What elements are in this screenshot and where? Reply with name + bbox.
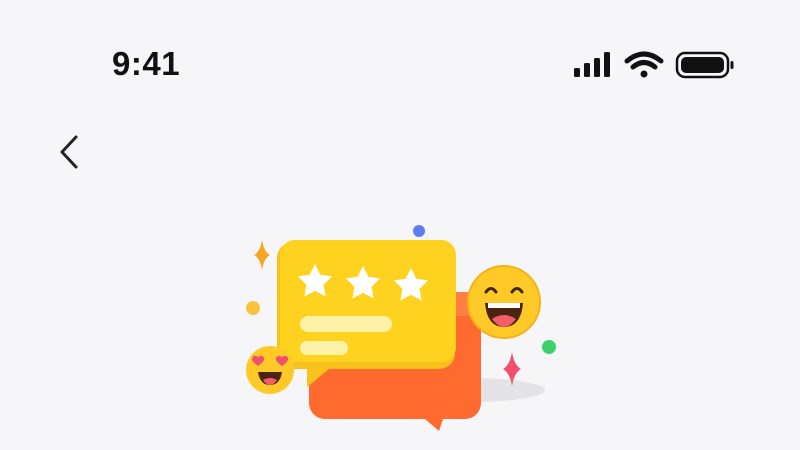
sparkle-icon xyxy=(254,240,270,270)
wifi-icon xyxy=(624,51,664,78)
status-time: 9:41 xyxy=(112,45,181,82)
heart-eyes-emoji-icon xyxy=(246,346,294,394)
text-line-long xyxy=(300,316,392,332)
cellular-signal-icon xyxy=(574,52,610,77)
decorative-dot xyxy=(246,301,260,315)
status-bar: 9:41 xyxy=(0,0,800,120)
chevron-left-icon xyxy=(60,135,78,169)
decorative-dot xyxy=(542,340,556,354)
status-icons xyxy=(572,50,737,84)
battery-icon xyxy=(675,51,734,79)
rating-chat-bubble-icon xyxy=(277,240,456,387)
laughing-emoji-icon xyxy=(467,265,541,339)
decorative-dot xyxy=(413,225,425,237)
text-line-short xyxy=(300,341,348,355)
back-button[interactable] xyxy=(50,130,90,174)
feedback-screen: 9:41 xyxy=(0,0,800,450)
navigation-bar xyxy=(0,120,800,190)
feedback-illustration xyxy=(230,210,580,450)
